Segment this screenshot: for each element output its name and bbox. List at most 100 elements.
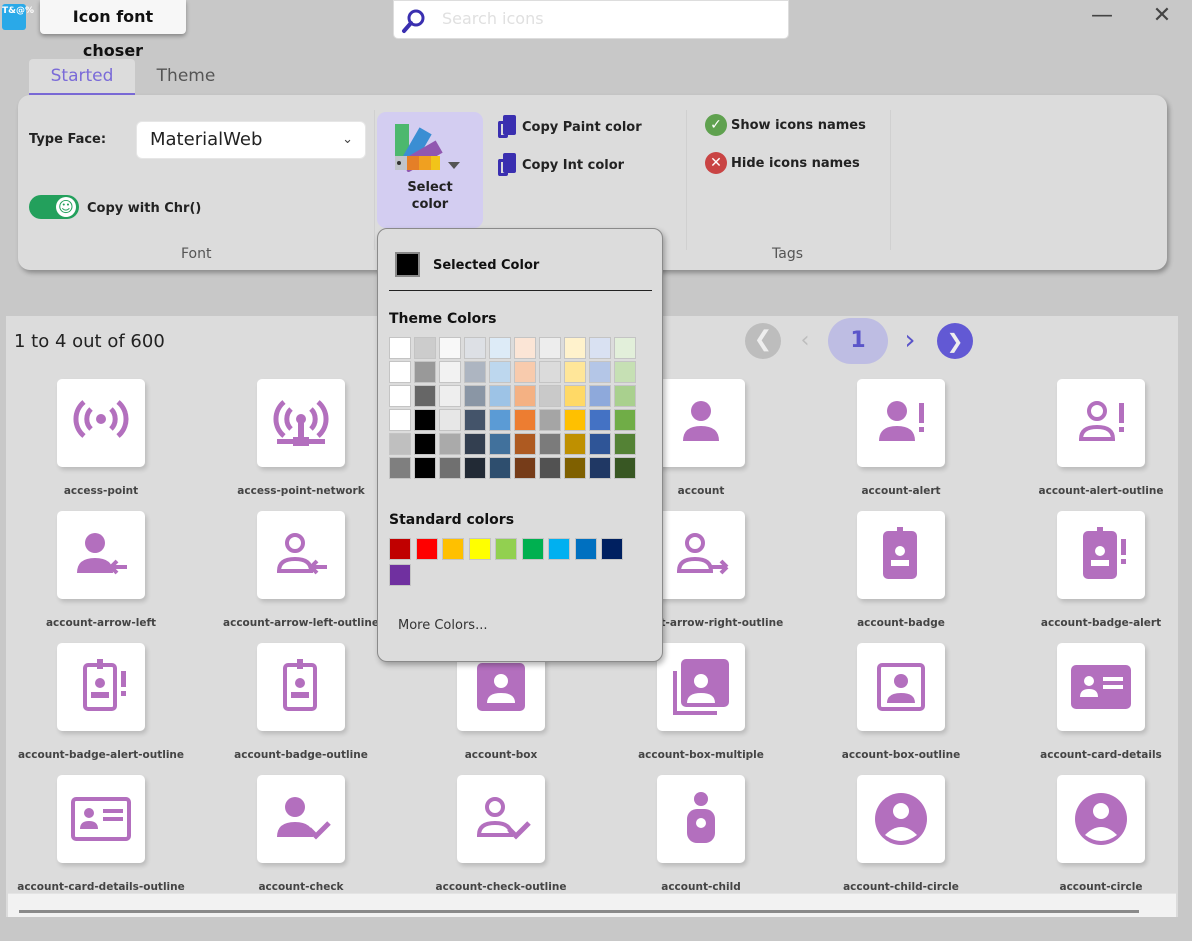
theme-color-swatch[interactable] (464, 385, 486, 407)
more-colors-button[interactable]: More Colors... (398, 618, 487, 633)
copy-with-chr-toggle[interactable]: ☺ (29, 195, 79, 219)
theme-color-swatch[interactable] (589, 385, 611, 407)
theme-color-swatch[interactable] (389, 385, 411, 407)
theme-color-swatch[interactable] (439, 385, 461, 407)
select-color-button[interactable]: Select color (377, 112, 483, 228)
standard-color-swatch[interactable] (548, 538, 570, 560)
theme-color-swatch[interactable] (439, 361, 461, 383)
standard-color-swatch[interactable] (415, 538, 438, 560)
theme-color-swatch[interactable] (439, 457, 461, 479)
icon-tile[interactable] (57, 775, 145, 863)
show-icons-names-button[interactable]: ✓ Show icons names (705, 114, 866, 136)
standard-color-swatch[interactable] (574, 538, 597, 560)
theme-color-swatch[interactable] (614, 409, 636, 431)
icon-tile[interactable] (257, 511, 345, 599)
theme-color-swatch[interactable] (489, 385, 511, 407)
theme-color-swatch[interactable] (464, 457, 486, 479)
icon-tile[interactable] (257, 643, 345, 731)
icon-tile[interactable] (57, 379, 145, 467)
theme-color-swatch[interactable] (414, 433, 436, 455)
scrollbar-thumb[interactable] (19, 910, 1139, 913)
theme-color-swatch[interactable] (414, 409, 436, 431)
theme-color-swatch[interactable] (564, 361, 586, 383)
theme-color-swatch[interactable] (464, 337, 486, 359)
theme-color-swatch[interactable] (389, 337, 411, 359)
theme-color-swatch[interactable] (589, 409, 611, 431)
theme-color-swatch[interactable] (514, 409, 536, 431)
icon-tile[interactable] (57, 643, 145, 731)
icon-tile[interactable] (857, 775, 945, 863)
icon-tile[interactable] (657, 511, 745, 599)
theme-color-swatch[interactable] (514, 361, 536, 383)
standard-color-swatch[interactable] (389, 564, 411, 586)
theme-color-swatch[interactable] (464, 409, 486, 431)
theme-color-swatch[interactable] (614, 457, 636, 479)
theme-color-swatch[interactable] (564, 385, 586, 407)
theme-color-swatch[interactable] (539, 385, 561, 407)
icon-tile[interactable] (57, 511, 145, 599)
icon-tile[interactable] (1057, 379, 1145, 467)
theme-color-swatch[interactable] (414, 385, 436, 407)
copy-int-color-button[interactable]: Copy Int color (498, 153, 624, 177)
theme-color-swatch[interactable] (564, 457, 586, 479)
icon-tile[interactable] (857, 511, 945, 599)
theme-color-swatch[interactable] (564, 433, 586, 455)
theme-color-swatch[interactable] (464, 361, 486, 383)
theme-color-swatch[interactable] (614, 361, 636, 383)
prev-page-button[interactable]: ‹ (793, 323, 817, 359)
close-button[interactable]: ✕ (1147, 4, 1177, 28)
theme-color-swatch[interactable] (539, 457, 561, 479)
tab-started[interactable]: Started (29, 59, 135, 95)
standard-color-swatch[interactable] (521, 538, 544, 560)
theme-color-swatch[interactable] (539, 409, 561, 431)
hide-icons-names-button[interactable]: ✕ Hide icons names (705, 152, 860, 174)
theme-color-swatch[interactable] (439, 409, 461, 431)
horizontal-scrollbar[interactable] (8, 893, 1176, 917)
theme-color-swatch[interactable] (389, 433, 411, 455)
theme-color-swatch[interactable] (414, 457, 436, 479)
theme-color-swatch[interactable] (389, 457, 411, 479)
current-page[interactable]: 1 (828, 318, 888, 364)
theme-color-swatch[interactable] (414, 337, 436, 359)
icon-tile[interactable] (657, 775, 745, 863)
theme-color-swatch[interactable] (489, 433, 511, 455)
minimize-button[interactable]: — (1087, 4, 1117, 28)
standard-color-swatch[interactable] (468, 538, 491, 560)
theme-color-swatch[interactable] (539, 433, 561, 455)
icon-tile[interactable] (857, 643, 945, 731)
standard-color-swatch[interactable] (601, 538, 623, 560)
theme-color-swatch[interactable] (489, 457, 511, 479)
theme-color-swatch[interactable] (539, 337, 561, 359)
theme-color-swatch[interactable] (489, 361, 511, 383)
icon-tile[interactable] (857, 379, 945, 467)
icon-tile[interactable] (457, 775, 545, 863)
icon-tile[interactable] (1057, 643, 1145, 731)
icon-tile[interactable] (257, 379, 345, 467)
theme-color-swatch[interactable] (389, 361, 411, 383)
next-page-button[interactable]: › (898, 323, 922, 359)
theme-color-swatch[interactable] (589, 361, 611, 383)
standard-color-swatch[interactable] (442, 538, 464, 560)
icon-tile[interactable] (657, 379, 745, 467)
copy-paint-color-button[interactable]: Copy Paint color (498, 115, 642, 139)
theme-color-swatch[interactable] (539, 361, 561, 383)
icon-tile[interactable] (1057, 775, 1145, 863)
theme-color-swatch[interactable] (414, 361, 436, 383)
theme-color-swatch[interactable] (614, 433, 636, 455)
first-page-button[interactable]: ❮ (745, 323, 781, 359)
theme-color-swatch[interactable] (489, 409, 511, 431)
search-input[interactable] (442, 9, 772, 28)
standard-color-swatch[interactable] (389, 538, 411, 560)
theme-color-swatch[interactable] (589, 457, 611, 479)
theme-color-swatch[interactable] (489, 337, 511, 359)
theme-color-swatch[interactable] (514, 457, 536, 479)
tab-theme[interactable]: Theme (133, 59, 239, 95)
search-box[interactable] (393, 0, 789, 39)
theme-color-swatch[interactable] (439, 337, 461, 359)
icon-tile[interactable] (1057, 511, 1145, 599)
last-page-button[interactable]: ❯ (937, 323, 973, 359)
theme-color-swatch[interactable] (514, 385, 536, 407)
theme-color-swatch[interactable] (514, 433, 536, 455)
theme-color-swatch[interactable] (514, 337, 536, 359)
theme-color-swatch[interactable] (464, 433, 486, 455)
